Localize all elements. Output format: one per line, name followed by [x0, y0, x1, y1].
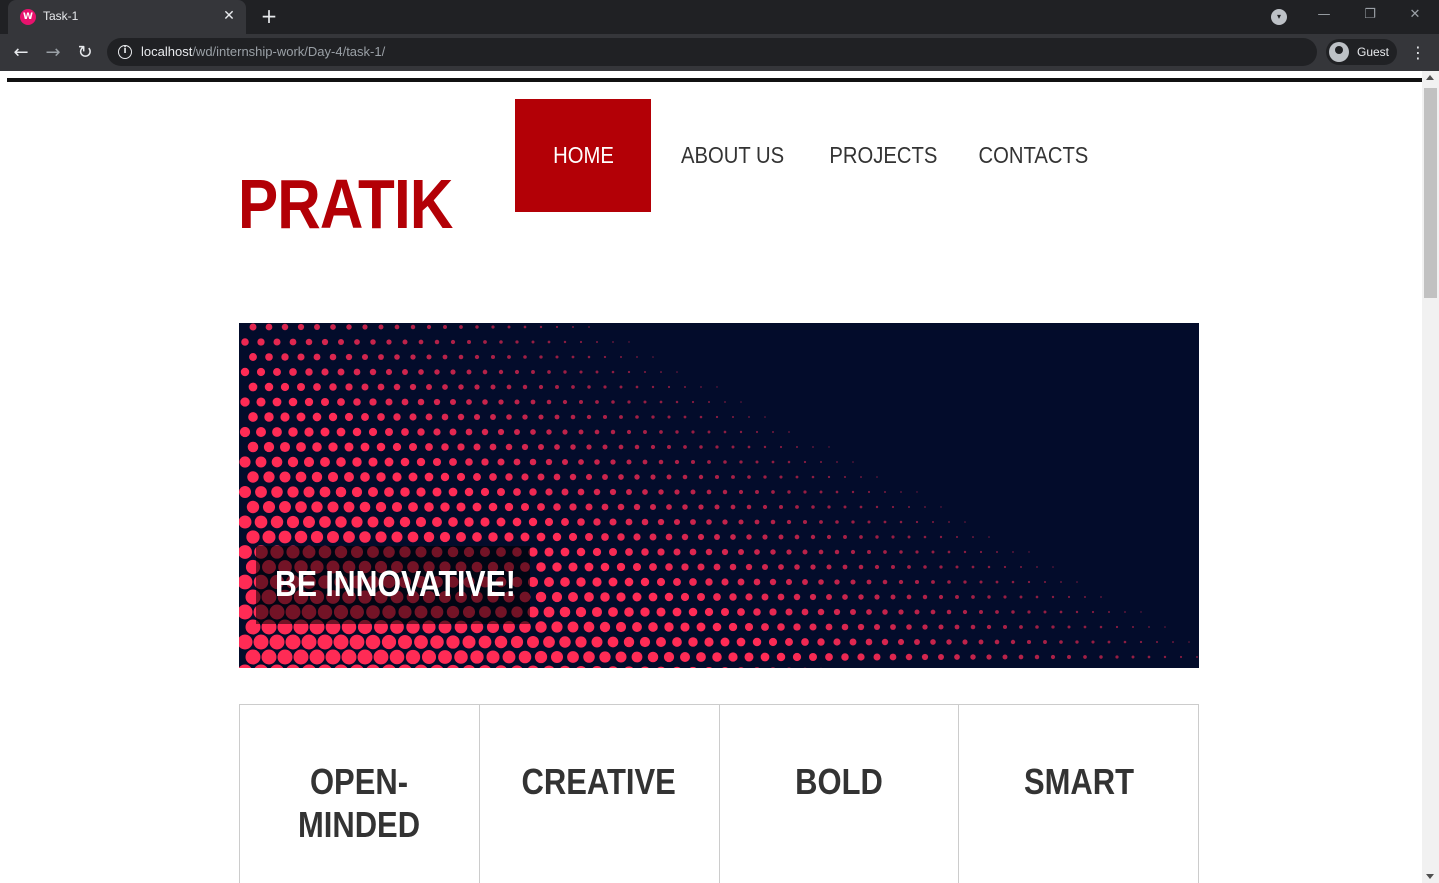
nav-item-label: CONTACTS: [978, 142, 1088, 168]
forward-arrow-icon[interactable]: →: [40, 40, 66, 66]
profile-icon: [1329, 42, 1349, 62]
url-path: /wd/internship-work/Day-4/task-1/: [192, 44, 386, 59]
tab-title: Task-1: [43, 9, 79, 23]
info-icon[interactable]: i: [118, 45, 132, 59]
feature-title: CREATIVE: [521, 761, 677, 802]
back-arrow-icon[interactable]: ←: [8, 40, 34, 66]
nav-item-projects[interactable]: PROJECTS: [815, 99, 951, 212]
scrollbar-thumb[interactable]: [1424, 88, 1437, 298]
window-close-icon[interactable]: ✕: [1401, 4, 1429, 26]
feature-card: OPEN- MINDED: [240, 705, 480, 883]
features-row: OPEN- MINDED CREATIVE BOLD SMART: [239, 704, 1199, 883]
nav-item-label: ABOUT US: [681, 142, 785, 168]
feature-title: OPEN- MINDED: [298, 761, 421, 845]
nav-item-contacts[interactable]: CONTACTS: [951, 99, 1115, 212]
nav-item-label: HOME: [552, 142, 614, 168]
page-scrollbar[interactable]: [1422, 71, 1439, 883]
url-text[interactable]: localhost/wd/internship-work/Day-4/task-…: [141, 44, 385, 59]
browser-tab[interactable]: W Task-1 ✕: [8, 0, 246, 34]
profile-label: Guest: [1357, 45, 1390, 59]
restore-icon[interactable]: ❐: [1356, 4, 1384, 26]
favicon-icon: W: [20, 9, 36, 25]
new-tab-icon[interactable]: +: [258, 5, 280, 27]
hero-caption: BE INNOVATIVE!: [275, 563, 516, 604]
scroll-up-icon[interactable]: [1426, 75, 1434, 80]
browser-toolbar: ← → ↻ i localhost/wd/internship-work/Day…: [0, 34, 1439, 71]
browser-tab-strip: W Task-1 ✕ + ▾ — ❐ ✕: [0, 0, 1439, 34]
tab-search-icon[interactable]: ▾: [1271, 9, 1287, 25]
feature-card: CREATIVE: [480, 705, 720, 883]
minimize-icon[interactable]: —: [1310, 4, 1338, 26]
tab-close-icon[interactable]: ✕: [220, 7, 238, 25]
feature-card: SMART: [959, 705, 1198, 883]
nav-item-label: PROJECTS: [829, 142, 937, 168]
url-host: localhost: [141, 44, 193, 59]
profile-button[interactable]: Guest: [1326, 39, 1397, 65]
reload-icon[interactable]: ↻: [72, 40, 98, 66]
site-logo[interactable]: PRATIK: [238, 164, 453, 244]
menu-dots-icon[interactable]: ⋮: [1408, 40, 1428, 66]
feature-title: BOLD: [795, 761, 883, 802]
feature-title: SMART: [1023, 761, 1134, 802]
address-bar[interactable]: i localhost/wd/internship-work/Day-4/tas…: [107, 38, 1317, 66]
main-nav: HOME ABOUT US PROJECTS CONTACTS: [515, 99, 1115, 212]
scroll-down-icon[interactable]: [1426, 874, 1434, 879]
page-viewport: PRATIK HOME ABOUT US PROJECTS CONTACTS B…: [0, 71, 1439, 883]
nav-item-home[interactable]: HOME: [515, 99, 651, 212]
nav-item-about-us[interactable]: ABOUT US: [651, 99, 815, 212]
feature-card: BOLD: [720, 705, 960, 883]
top-border-line: [7, 78, 1422, 82]
